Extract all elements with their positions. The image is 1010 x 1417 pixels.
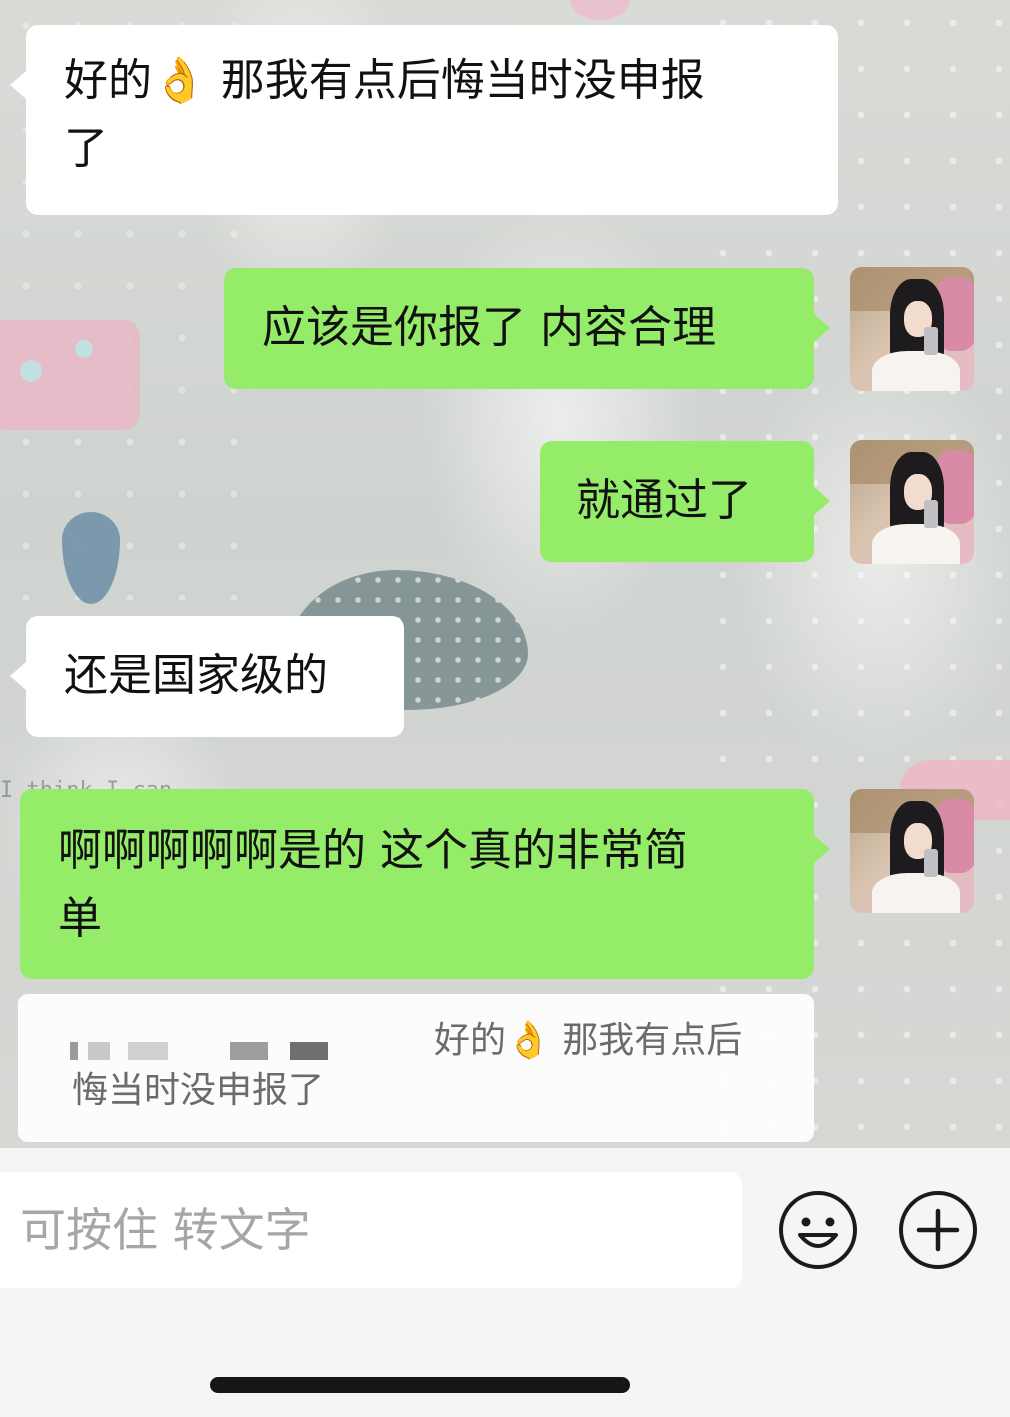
message-input[interactable]: 可按住 转文字 bbox=[0, 1172, 742, 1288]
avatar[interactable] bbox=[850, 267, 974, 391]
background-decoration bbox=[570, 0, 630, 20]
incoming-message-bubble[interactable]: 还是国家级的 bbox=[10, 616, 404, 737]
message-text: 好的👌 那我有点后悔当时没申报 bbox=[64, 55, 705, 106]
quoted-text: 好的👌 那我有点后 bbox=[434, 1020, 743, 1061]
plus-button[interactable] bbox=[899, 1191, 977, 1269]
plus-icon bbox=[916, 1208, 960, 1252]
emoji-button[interactable] bbox=[779, 1191, 857, 1269]
smiley-face-icon bbox=[798, 1217, 838, 1248]
redacted-name bbox=[290, 1042, 328, 1060]
input-placeholder: 可按住 转文字 bbox=[20, 1203, 311, 1257]
home-indicator[interactable] bbox=[210, 1377, 630, 1393]
message-text: 单 bbox=[58, 893, 102, 944]
quoted-message[interactable]: 好的👌 那我有点后 悔当时没申报了 bbox=[18, 994, 814, 1142]
avatar[interactable] bbox=[850, 440, 974, 564]
message-text: 还是国家级的 bbox=[64, 650, 328, 701]
message-text: 就通过了 bbox=[576, 475, 752, 526]
outgoing-message-bubble[interactable]: 就通过了 bbox=[540, 441, 830, 562]
chat-background: I think I can 好的👌 那我有点后悔当时没申报 了 应该是你报了 内… bbox=[0, 0, 1010, 1148]
avatar[interactable] bbox=[850, 789, 974, 913]
outgoing-message-bubble[interactable]: 应该是你报了 内容合理 bbox=[224, 268, 830, 389]
redacted-name bbox=[70, 1042, 78, 1060]
quoted-text: 悔当时没申报了 bbox=[72, 1070, 325, 1111]
incoming-message-bubble[interactable]: 好的👌 那我有点后悔当时没申报 了 bbox=[10, 25, 838, 215]
message-text: 了 bbox=[64, 123, 108, 174]
redacted-name bbox=[128, 1042, 168, 1060]
redacted-name bbox=[88, 1042, 110, 1060]
background-decoration bbox=[0, 320, 140, 430]
message-text: 啊啊啊啊啊是的 这个真的非常简 bbox=[58, 825, 688, 876]
message-text: 应该是你报了 内容合理 bbox=[262, 302, 716, 353]
outgoing-message-bubble[interactable]: 啊啊啊啊啊是的 这个真的非常简 单 bbox=[20, 789, 830, 979]
redacted-name bbox=[230, 1042, 268, 1060]
